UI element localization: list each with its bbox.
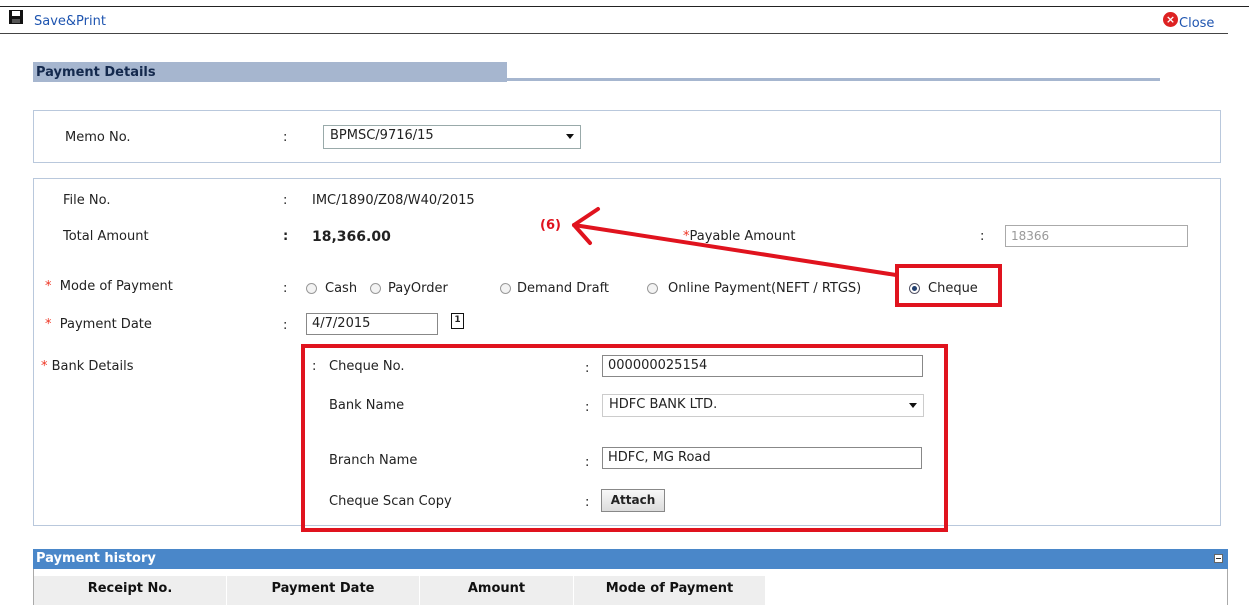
- file-no-label: File No.: [63, 193, 111, 208]
- memo-select[interactable]: BPMSC/9716/15: [323, 125, 581, 149]
- payment-history-title: Payment history: [36, 551, 156, 566]
- mode-of-payment-label-text: Mode of Payment: [59, 279, 173, 294]
- total-amount-label: Total Amount: [63, 229, 149, 244]
- calendar-icon[interactable]: 1: [451, 313, 464, 329]
- total-amount-colon: :: [283, 229, 289, 244]
- file-no-value: IMC/1890/Z08/W40/2015: [312, 193, 475, 208]
- bank-details-label: * Bank Details: [41, 359, 134, 374]
- minimize-icon[interactable]: [1214, 554, 1223, 563]
- top-border: [0, 6, 1249, 7]
- required-mark: *: [45, 279, 52, 294]
- column-header-amount[interactable]: Amount: [420, 576, 574, 605]
- payment-date-label: * Payment Date: [45, 317, 152, 332]
- close-link[interactable]: Close: [1179, 16, 1214, 31]
- section-title: Payment Details: [33, 62, 507, 82]
- annotation-step-label: (6): [540, 218, 561, 233]
- save-icon[interactable]: [9, 10, 23, 24]
- memo-select-value: BPMSC/9716/15: [330, 128, 434, 143]
- bank-details-label-text: Bank Details: [51, 359, 134, 374]
- annotation-arrow: [572, 207, 898, 277]
- mode-of-payment-colon: :: [283, 281, 288, 296]
- column-header-mode-of-payment[interactable]: Mode of Payment: [574, 576, 766, 605]
- payment-date-colon: :: [283, 318, 288, 333]
- radio-cash[interactable]: [306, 283, 317, 294]
- toolbar-divider: [0, 33, 1228, 34]
- arrow-shaft: [572, 223, 898, 277]
- bank-details-highlight-box: [301, 344, 948, 532]
- radio-payorder[interactable]: [370, 283, 381, 294]
- required-mark: *: [45, 317, 52, 332]
- section-underline: [507, 78, 1160, 81]
- cheque-highlight-box: [895, 264, 1002, 307]
- payment-date-label-text: Payment Date: [59, 317, 152, 332]
- mode-of-payment-label: * Mode of Payment: [45, 279, 173, 294]
- close-icon[interactable]: ×: [1163, 12, 1178, 27]
- memo-colon: :: [283, 130, 288, 145]
- memo-panel: [33, 110, 1221, 163]
- payable-amount-input[interactable]: 18366: [1005, 225, 1188, 247]
- memo-label: Memo No.: [65, 130, 131, 145]
- payment-history-header: Payment history: [33, 549, 1228, 569]
- radio-demand-draft[interactable]: [500, 283, 511, 294]
- column-header-receipt-no[interactable]: Receipt No.: [34, 576, 227, 605]
- payable-amount-colon: :: [980, 229, 985, 244]
- payment-date-input[interactable]: 4/7/2015: [306, 313, 438, 335]
- total-amount-value: 18,366.00: [312, 229, 391, 245]
- column-header-payment-date[interactable]: Payment Date: [227, 576, 420, 605]
- save-print-link[interactable]: Save&Print: [34, 14, 106, 29]
- chevron-down-icon: [566, 134, 574, 139]
- required-mark: *: [41, 359, 48, 374]
- radio-cash-label[interactable]: Cash: [325, 281, 357, 296]
- radio-payorder-label[interactable]: PayOrder: [388, 281, 448, 296]
- file-no-colon: :: [283, 193, 288, 208]
